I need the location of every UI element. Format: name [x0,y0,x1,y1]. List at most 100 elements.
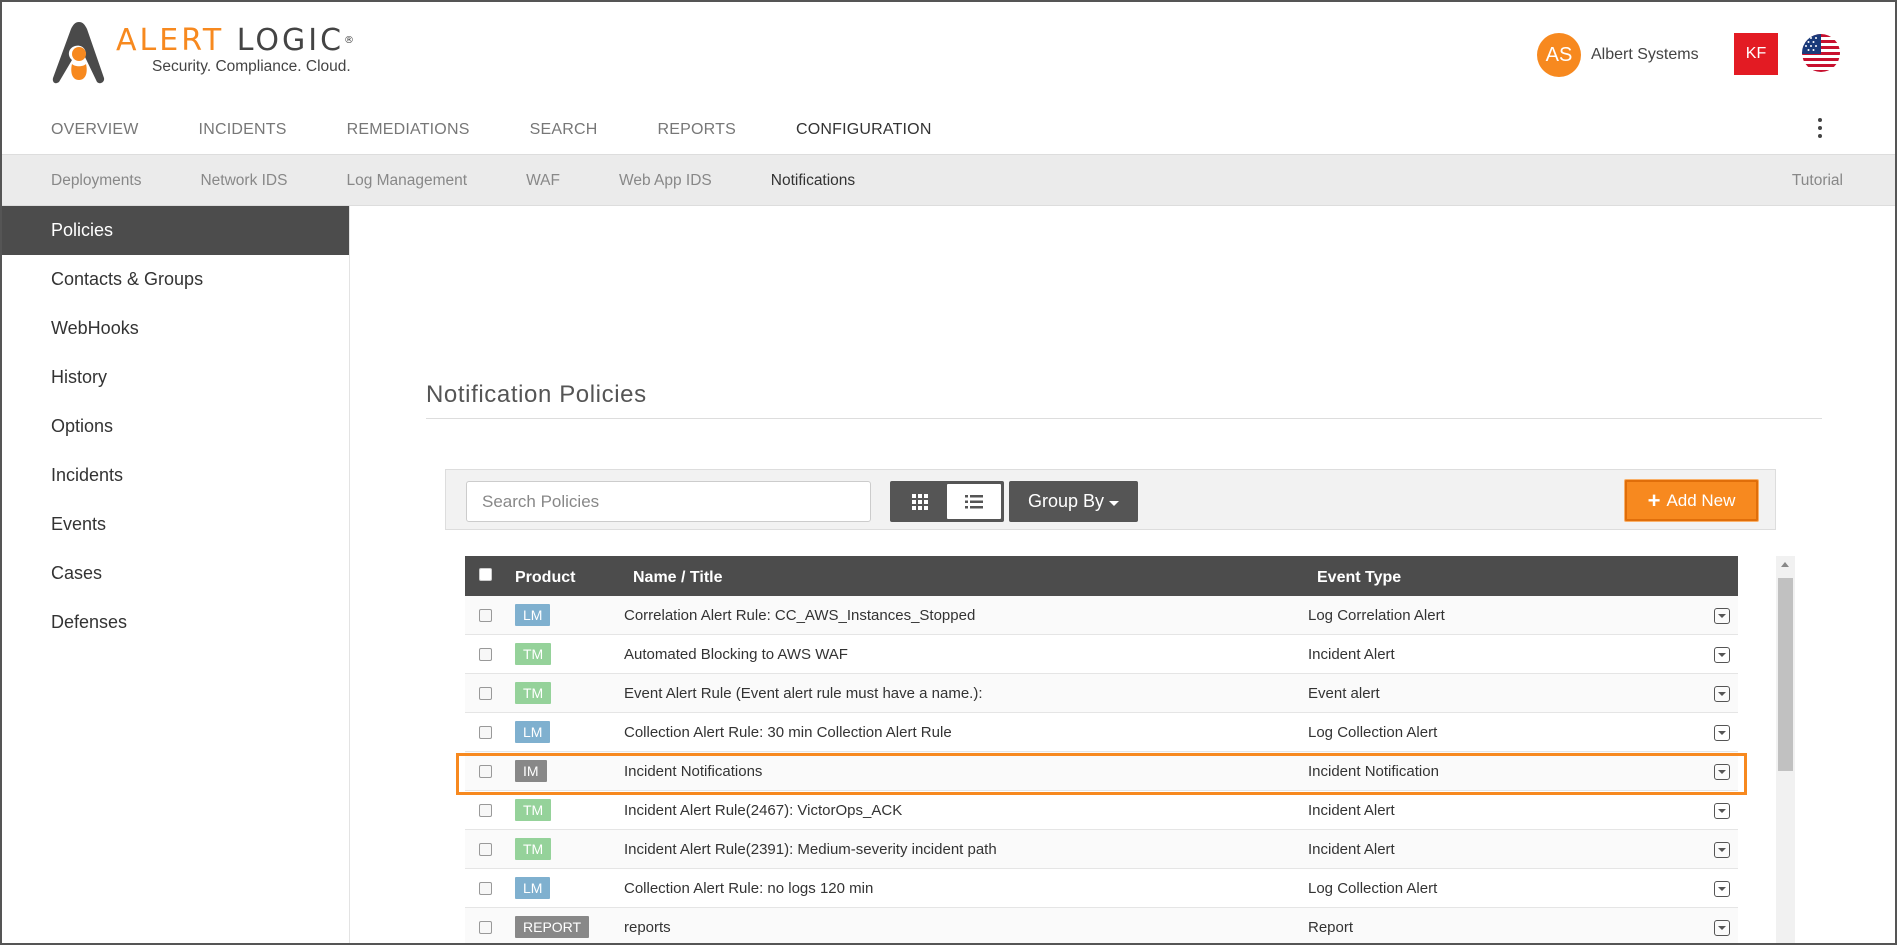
scroll-thumb[interactable] [1778,578,1793,771]
subnav-log-management[interactable]: Log Management [346,172,467,190]
row-checkbox[interactable] [479,843,492,856]
table-row[interactable]: TM Incident Alert Rule(2467): VictorOps_A… [465,791,1738,830]
row-actions-dropdown-icon[interactable] [1714,803,1730,819]
caret-down-icon [1109,500,1120,506]
policy-name[interactable]: Incident Notifications [624,763,762,780]
product-badge: LM [515,604,551,626]
view-toggle [890,481,1004,522]
account-name: Albert Systems [1591,46,1699,63]
table-row[interactable]: TM Incident Alert Rule(2391): Medium-seve… [465,830,1738,869]
policies-toolbar: Group By + Add New [445,469,1776,530]
policy-event-type: Log Correlation Alert [1308,607,1445,624]
row-actions-dropdown-icon[interactable] [1714,764,1730,780]
topnav-incidents[interactable]: INCIDENTS [199,121,287,139]
sidebar-item-defenses[interactable]: Defenses [2,598,349,647]
row-actions-dropdown-icon[interactable] [1714,842,1730,858]
sidebar-item-history[interactable]: History [2,353,349,402]
more-options-icon[interactable] [1816,118,1824,142]
sidebar-item-incidents[interactable]: Incidents [2,451,349,500]
column-header-event-type[interactable]: Event Type [1317,569,1401,587]
topnav-reports[interactable]: REPORTS [657,121,735,139]
list-view-button[interactable] [947,484,1001,519]
policy-name[interactable]: Event Alert Rule (Event alert rule must … [624,685,983,702]
row-actions-dropdown-icon[interactable] [1714,881,1730,897]
logo-word-logic: LOGIC [236,23,345,58]
row-checkbox[interactable] [479,726,492,739]
row-checkbox[interactable] [479,804,492,817]
policy-event-type: Incident Alert [1308,802,1395,819]
subnav-web-app-ids[interactable]: Web App IDS [619,172,712,190]
policy-event-type: Incident Alert [1308,646,1395,663]
sidebar-item-options[interactable]: Options [2,402,349,451]
sidebar-item-contacts-groups[interactable]: Contacts & Groups [2,255,349,304]
row-checkbox[interactable] [479,921,492,934]
title-divider [426,418,1822,419]
sidebar-item-policies[interactable]: Policies [2,206,349,255]
policy-name[interactable]: Automated Blocking to AWS WAF [624,646,848,663]
policy-name[interactable]: Collection Alert Rule: no logs 120 min [624,880,873,897]
list-icon [965,494,983,508]
search-policies-input[interactable] [466,481,871,522]
topnav-remediations[interactable]: REMEDIATIONS [347,121,470,139]
grid-view-button[interactable] [893,484,947,519]
policy-name[interactable]: Collection Alert Rule: 30 min Collection… [624,724,952,741]
column-header-name[interactable]: Name / Title [633,569,723,587]
account-avatar: AS [1537,33,1581,77]
sidebar-item-events[interactable]: Events [2,500,349,549]
row-checkbox[interactable] [479,765,492,778]
table-body: LM Correlation Alert Rule: CC_AWS_Instanc… [465,596,1738,943]
row-checkbox[interactable] [479,609,492,622]
table-row[interactable]: TM Event Alert Rule (Event alert rule mus… [465,674,1738,713]
policy-name[interactable]: Correlation Alert Rule: CC_AWS_Instances… [624,607,975,624]
topnav-search[interactable]: SEARCH [530,121,598,139]
product-badge: TM [515,838,552,860]
sub-navigation: Deployments Network IDS Log Management W… [2,154,1895,206]
row-actions-dropdown-icon[interactable] [1714,608,1730,624]
select-all-checkbox[interactable] [479,568,492,581]
scroll-up-arrow-icon[interactable] [1781,562,1789,567]
table-row[interactable]: LM Collection Alert Rule: 30 min Collecti… [465,713,1738,752]
table-row[interactable]: LM Collection Alert Rule: no logs 120 min… [465,869,1738,908]
row-checkbox[interactable] [479,648,492,661]
logo-word-alert: ALERT [116,23,225,58]
tutorial-link[interactable]: Tutorial [1792,172,1843,190]
alert-logic-logo[interactable]: ALERT LOGIC® Security. Compliance. Cloud… [50,20,354,86]
column-header-product[interactable]: Product [515,569,575,587]
policy-name[interactable]: Incident Alert Rule(2391): Medium-severi… [624,841,997,858]
table-header: Product Name / Title Event Type [465,556,1738,596]
logo-tagline: Security. Compliance. Cloud. [152,58,351,75]
group-by-dropdown[interactable]: Group By [1009,481,1138,522]
product-badge: LM [515,721,551,743]
sidebar: Policies Contacts & Groups WebHooks Hist… [2,206,350,943]
row-actions-dropdown-icon[interactable] [1714,647,1730,663]
row-actions-dropdown-icon[interactable] [1714,920,1730,936]
alert-logic-logo-icon [52,22,105,84]
row-checkbox[interactable] [479,687,492,700]
grid-icon [912,493,928,510]
top-navigation: OVERVIEW INCIDENTS REMEDIATIONS SEARCH R… [51,121,992,139]
policy-name[interactable]: reports [624,919,671,936]
table-row[interactable]: REPORT reports Report [465,908,1738,943]
topnav-configuration[interactable]: CONFIGURATION [796,121,932,139]
table-row[interactable]: TM Automated Blocking to AWS WAF Incident … [465,635,1738,674]
subnav-deployments[interactable]: Deployments [51,172,141,190]
policy-event-type: Report [1308,919,1354,936]
row-actions-dropdown-icon[interactable] [1714,686,1730,702]
policies-table: Product Name / Title Event Type LM Correl… [465,556,1738,943]
subnav-notifications[interactable]: Notifications [771,172,855,190]
table-row[interactable]: IM Incident Notifications Incident Notific… [465,752,1738,791]
table-row[interactable]: LM Correlation Alert Rule: CC_AWS_Instanc… [465,596,1738,635]
topnav-overview[interactable]: OVERVIEW [51,121,139,139]
user-menu-button[interactable]: KF [1734,33,1778,75]
sidebar-item-cases[interactable]: Cases [2,549,349,598]
subnav-network-ids[interactable]: Network IDS [200,172,287,190]
sidebar-item-webhooks[interactable]: WebHooks [2,304,349,353]
account-switcher[interactable]: AS Albert Systems [1537,33,1699,77]
us-flag-icon[interactable] [1802,34,1840,72]
row-actions-dropdown-icon[interactable] [1714,725,1730,741]
policy-name[interactable]: Incident Alert Rule(2467): VictorOps_ACK [624,802,902,819]
row-checkbox[interactable] [479,882,492,895]
table-scrollbar[interactable] [1776,556,1795,943]
add-new-button[interactable]: + Add New [1625,480,1758,521]
subnav-waf[interactable]: WAF [526,172,560,190]
